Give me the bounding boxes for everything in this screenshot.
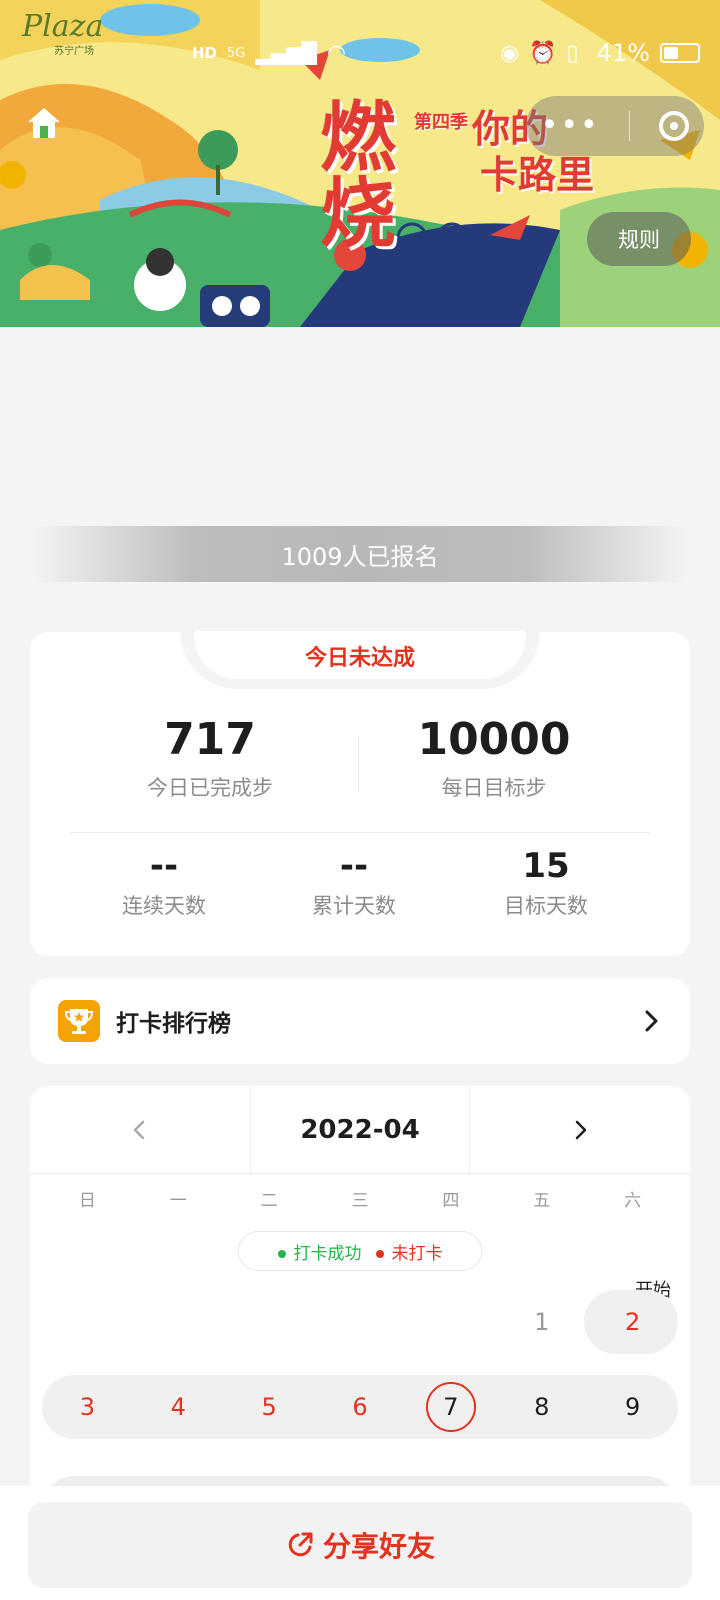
share-icon [288, 1532, 313, 1557]
prev-month-button[interactable] [30, 1086, 250, 1174]
title-season: 第四季 [414, 112, 468, 133]
weekday-label: 一 [169, 1191, 187, 1211]
weekday-label: 日 [78, 1191, 96, 1211]
calendar-day[interactable]: 3 [42, 1375, 133, 1439]
calendar-day[interactable]: 8 [496, 1375, 587, 1439]
status-bar: HD 5G ▂▄▆█ ◠ ◉ ⏰ ▯ 41% [192, 36, 700, 70]
daily-goal-label: 每日目标步 [441, 776, 547, 800]
network-5g-indicator: 5G [227, 45, 246, 61]
title-big: 燃烧 [320, 93, 396, 258]
miniprogram-capsule: ••• [526, 96, 704, 156]
eye-icon: ◉ [499, 40, 520, 66]
today-steps-label: 今日已完成步 [147, 776, 273, 800]
weekday-label: 六 [624, 1191, 642, 1211]
calendar-day[interactable]: 2 [587, 1290, 678, 1354]
signal-icon: ▂▄▆█ [255, 41, 317, 65]
leaderboard-row[interactable]: 打卡排行榜 [30, 978, 690, 1064]
calendar-day-today[interactable]: 7 [405, 1375, 496, 1439]
vibrate-icon: ▯ [566, 40, 579, 66]
target-days-label: 目标天数 [504, 894, 588, 918]
hero-banner: Plaza 苏宁广场 HD 5G ▂▄▆█ ◠ ◉ ⏰ ▯ 41% 燃烧 第四季… [0, 0, 720, 327]
calendar-day[interactable]: 6 [315, 1375, 406, 1439]
rules-button[interactable]: 规则 [587, 212, 691, 266]
weekday-label: 五 [533, 1191, 551, 1211]
total-days-value: -- [339, 846, 369, 886]
weekday-label: 三 [351, 1191, 369, 1211]
calendar-day-empty [42, 1290, 133, 1354]
brand-logo: Plaza 苏宁广场 [22, 9, 104, 58]
calendar-day[interactable]: 9 [587, 1375, 678, 1439]
alarm-icon: ⏰ [529, 40, 557, 66]
calendar-day[interactable]: 1 [496, 1290, 587, 1354]
stats-divider-horizontal [70, 832, 650, 833]
checkin-calendar: 2022-04 日 一 二 三 四 五 六 打卡成功 未打卡 开始 1 2 3 … [30, 1086, 690, 1516]
calendar-day[interactable]: 4 [133, 1375, 224, 1439]
legend-missed-label: 未打卡 [391, 1243, 443, 1264]
leaderboard-label: 打卡排行榜 [116, 1011, 231, 1037]
total-days-label: 累计天数 [312, 894, 396, 918]
week-row-2: 3 4 5 6 7 8 9 [42, 1375, 678, 1439]
trophy-icon [58, 1000, 100, 1042]
brand-script: Plaza [22, 9, 104, 44]
battery-percent: 41% [596, 39, 650, 67]
week-row-1: 1 2 [42, 1290, 678, 1354]
calendar-header: 2022-04 [30, 1086, 690, 1174]
weekday-header: 日 一 二 三 四 五 六 [42, 1186, 678, 1211]
calendar-legend: 打卡成功 未打卡 [238, 1231, 482, 1271]
wifi-icon: ◠ [326, 40, 347, 66]
share-label: 分享好友 [322, 1530, 435, 1563]
target-days-value: 15 [522, 846, 570, 886]
chevron-right-icon [636, 1006, 666, 1036]
stats-card: 今日未达成 717 今日已完成步 10000 每日目标步 -- 连续天数 -- … [30, 631, 690, 956]
close-target-icon[interactable] [659, 111, 690, 141]
red-dot-icon [375, 1249, 384, 1258]
signup-count: 1009人已报名 [30, 526, 690, 582]
home-icon[interactable] [26, 106, 62, 140]
today-steps-value: 717 [164, 714, 256, 765]
streak-days-label: 连续天数 [122, 894, 206, 918]
current-month: 2022-04 [250, 1086, 470, 1174]
green-dot-icon [277, 1249, 286, 1258]
legend-success-label: 打卡成功 [293, 1243, 362, 1264]
calendar-day-empty [224, 1290, 315, 1354]
calendar-day-empty [133, 1290, 224, 1354]
legend-missed: 未打卡 [375, 1239, 443, 1264]
weekday-label: 四 [442, 1191, 460, 1211]
more-dots-icon[interactable]: ••• [541, 111, 600, 141]
chevron-right-icon [575, 1120, 587, 1140]
brand-name: 苏宁广场 [54, 46, 94, 57]
battery-icon [660, 43, 700, 63]
daily-goal-value: 10000 [417, 714, 571, 765]
hd-indicator: HD [192, 44, 218, 62]
streak-days-value: -- [149, 846, 179, 886]
today-status-label: 今日未达成 [304, 646, 415, 671]
calendar-day-empty [315, 1290, 406, 1354]
share-button[interactable]: 分享好友 [28, 1502, 692, 1588]
weekday-label: 二 [260, 1191, 278, 1211]
legend-success: 打卡成功 [277, 1239, 362, 1264]
chevron-left-icon [133, 1120, 145, 1140]
calendar-day[interactable]: 5 [224, 1375, 315, 1439]
capsule-divider [629, 111, 631, 141]
footer-bar: 分享好友 [0, 1486, 720, 1600]
today-day-number: 7 [425, 1382, 476, 1432]
next-month-button[interactable] [470, 1086, 690, 1174]
calendar-day-empty [405, 1290, 496, 1354]
